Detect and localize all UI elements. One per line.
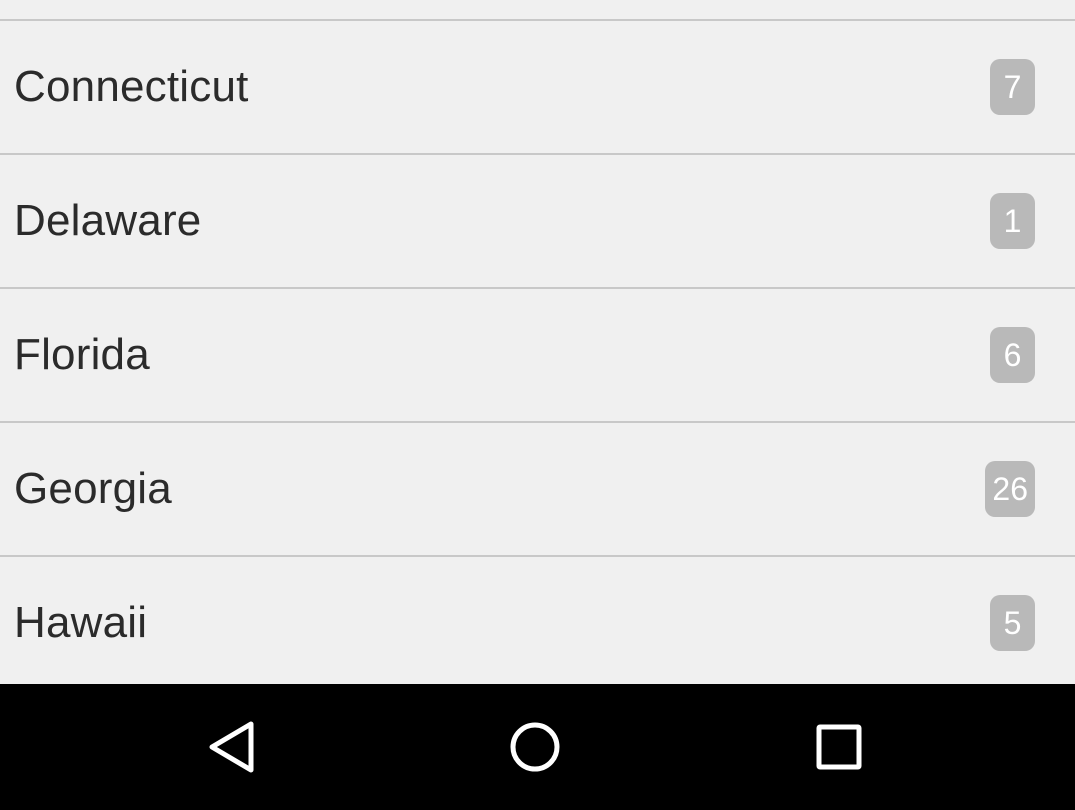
count-badge: 6	[990, 327, 1035, 383]
home-button[interactable]	[500, 712, 570, 782]
list-item[interactable]: Georgia 26	[0, 423, 1075, 557]
list-item-partial[interactable]	[0, 0, 1075, 21]
count-badge: 26	[985, 461, 1035, 517]
list-item[interactable]: Connecticut 7	[0, 21, 1075, 155]
count-badge: 1	[990, 193, 1035, 249]
home-circle-icon	[510, 722, 560, 772]
recents-square-icon	[816, 724, 862, 770]
list-item[interactable]: Hawaii 5	[0, 557, 1075, 684]
recents-button[interactable]	[804, 712, 874, 782]
count-badge: 5	[990, 595, 1035, 651]
back-triangle-icon	[209, 721, 254, 773]
system-navigation-bar	[0, 684, 1075, 810]
list-item-label: Florida	[14, 330, 150, 379]
state-list: Connecticut 7 Delaware 1 Florida 6 Georg…	[0, 0, 1075, 684]
list-item[interactable]: Florida 6	[0, 289, 1075, 423]
list-item-label: Connecticut	[14, 62, 249, 111]
list-item-label: Delaware	[14, 196, 202, 245]
list-item-label: Georgia	[14, 464, 172, 513]
count-badge: 7	[990, 59, 1035, 115]
list-item-label: Hawaii	[14, 598, 148, 647]
back-button[interactable]	[200, 712, 270, 782]
list-item[interactable]: Delaware 1	[0, 155, 1075, 289]
